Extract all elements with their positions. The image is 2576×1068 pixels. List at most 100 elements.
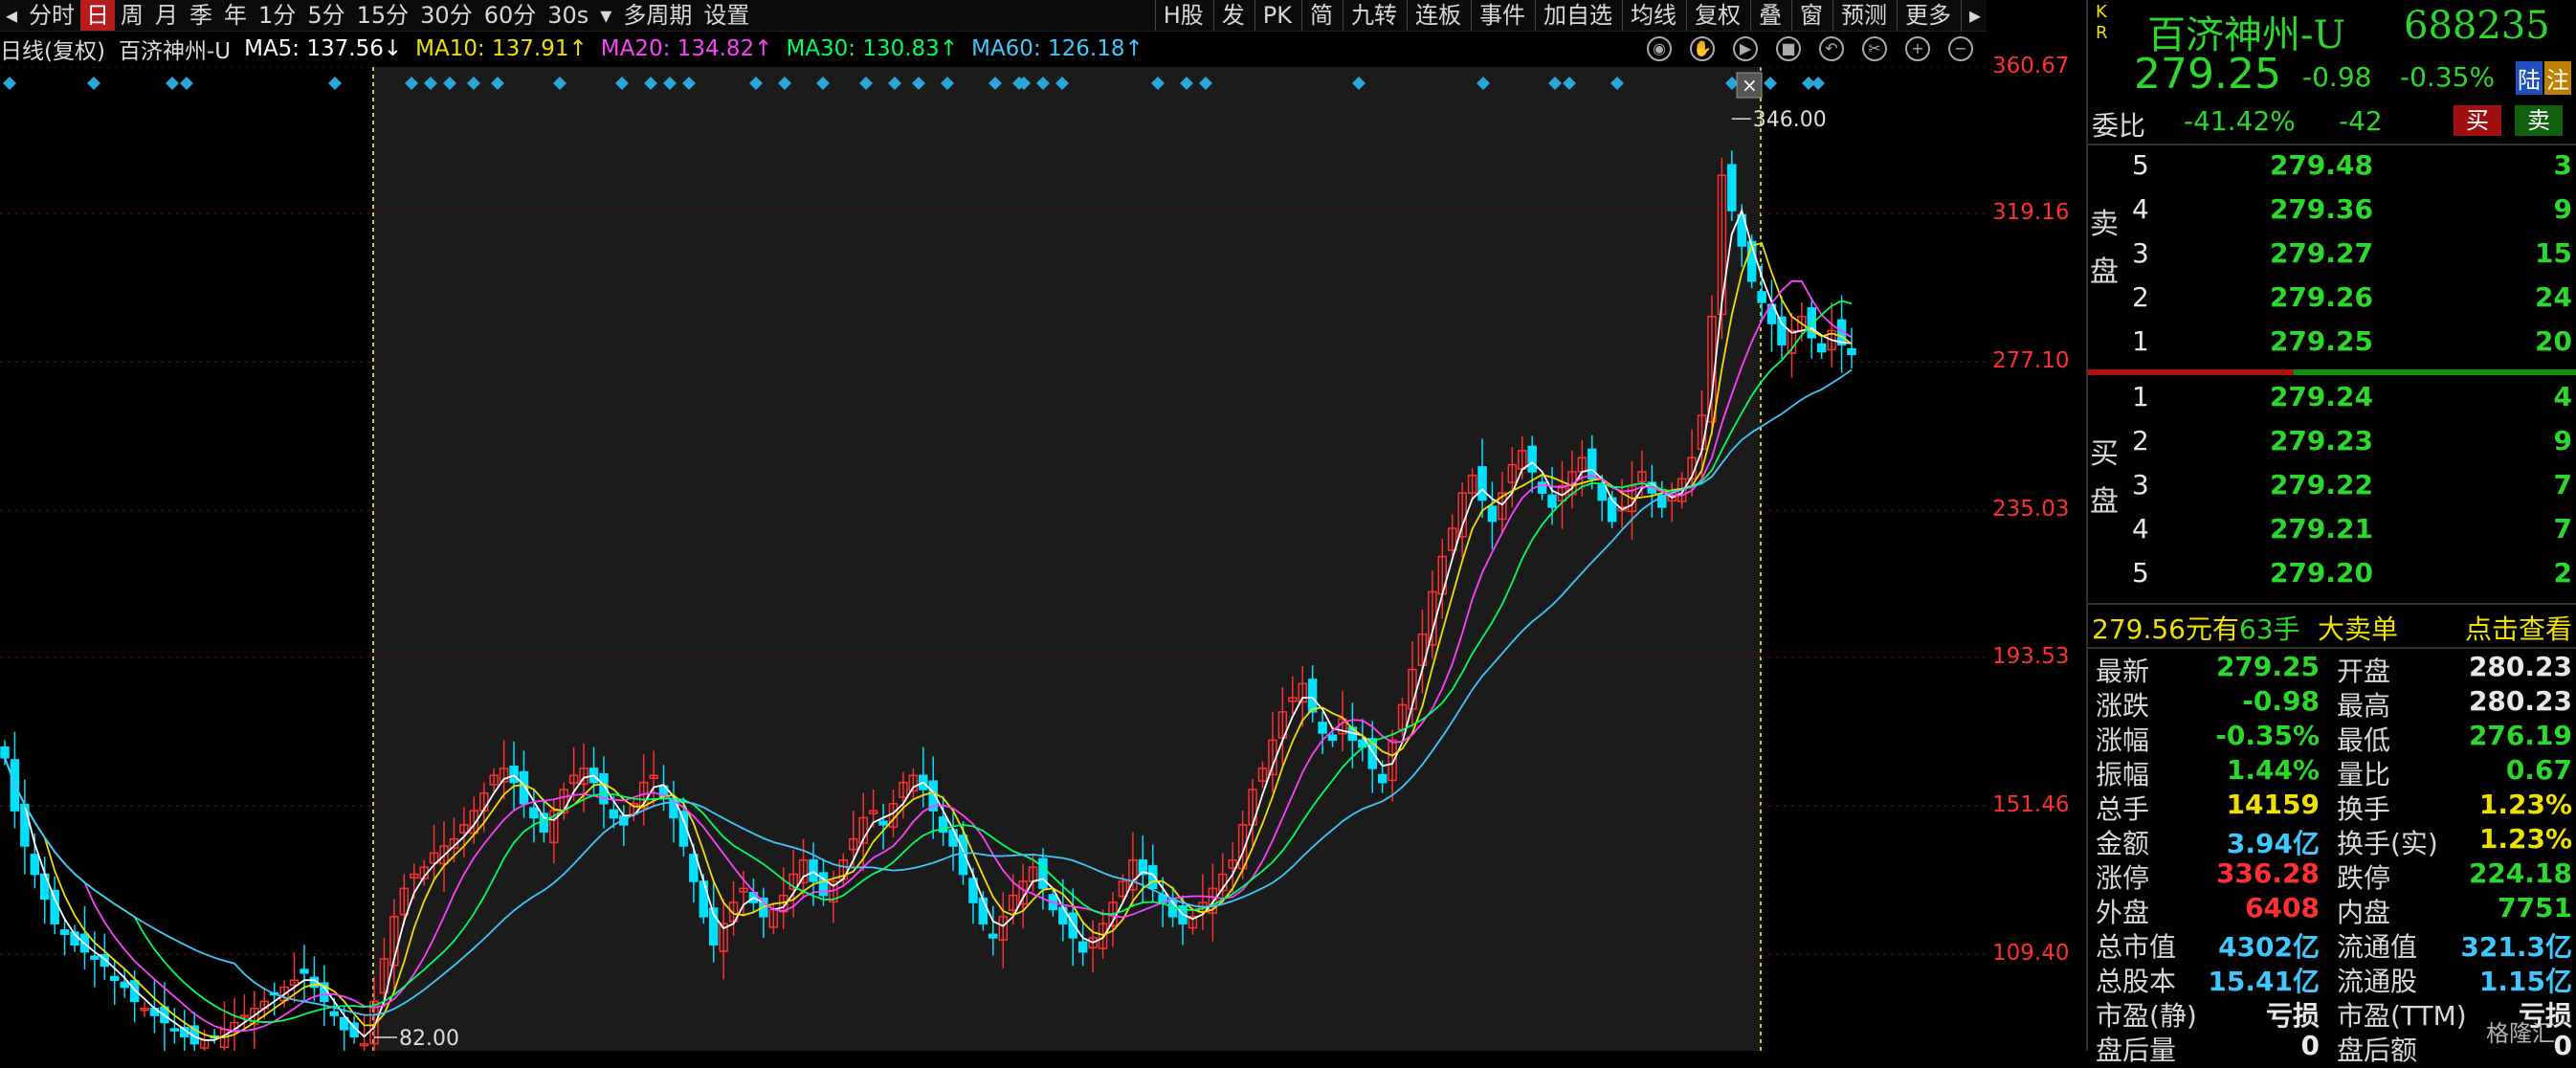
- ask-row[interactable]: 1 279.25 20: [2088, 325, 2576, 364]
- book-level: 2: [2132, 281, 2149, 313]
- kline-svg[interactable]: 346.00 82.00 ×: [0, 67, 1987, 1051]
- period-tab-0[interactable]: 分时: [23, 0, 80, 31]
- bid-row[interactable]: 5 279.20 2: [2088, 557, 2576, 595]
- candle-body: [529, 807, 539, 819]
- last-price: 279.25: [2134, 50, 2281, 99]
- candle-body: [1547, 494, 1557, 508]
- stat-row: 涨跌 -0.98 最高 280.23: [2088, 685, 2576, 722]
- candle-body: [329, 1011, 340, 1016]
- bid-row[interactable]: 3 279.22 7: [2088, 469, 2576, 507]
- ask-row[interactable]: 3 279.27 15: [2088, 237, 2576, 276]
- period-tab-4[interactable]: 季: [184, 0, 218, 31]
- candle-body: [1777, 316, 1787, 345]
- zoom-in-icon[interactable]: +: [1905, 36, 1930, 61]
- period-tab-3[interactable]: 月: [149, 0, 184, 31]
- stat-value: 1.15亿: [2478, 966, 2572, 997]
- book-level: 3: [2132, 237, 2149, 269]
- book-level: 3: [2132, 469, 2149, 501]
- tool-tab-13[interactable]: 更多: [1896, 0, 1957, 31]
- stat-value: 15.41亿: [2208, 966, 2320, 997]
- stat-value: 336.28: [2215, 857, 2320, 889]
- event-marker: [1764, 77, 1777, 90]
- period-tab-5[interactable]: 年: [218, 0, 253, 31]
- watermark: 格隆汇: [2486, 1020, 2555, 1047]
- ask-row[interactable]: 2 279.26 24: [2088, 281, 2576, 320]
- period-tab-9[interactable]: 30分: [414, 0, 478, 31]
- period-tab-6[interactable]: 1分: [253, 0, 301, 31]
- tool-tab-4[interactable]: 九转: [1342, 0, 1403, 31]
- forward-icon[interactable]: ▸: [1960, 0, 1987, 31]
- tool-tab-0[interactable]: H股: [1154, 0, 1210, 31]
- stat-label: 最低: [2337, 724, 2391, 756]
- period-tab-13[interactable]: 设置: [698, 0, 755, 31]
- tool-tab-1[interactable]: 发: [1212, 0, 1251, 31]
- kline-chart[interactable]: 346.00 82.00 ×: [0, 67, 1987, 1051]
- stock-code: 688235: [2404, 4, 2550, 48]
- tool-tab-5[interactable]: 连板: [1406, 0, 1467, 31]
- eye-icon[interactable]: ◉: [1647, 36, 1672, 61]
- period-tab-2[interactable]: 周: [115, 0, 149, 31]
- bid-row[interactable]: 2 279.23 9: [2088, 425, 2576, 463]
- hand-icon[interactable]: ✋: [1690, 36, 1715, 61]
- ask-row[interactable]: 4 279.36 9: [2088, 193, 2576, 232]
- period-tab-1[interactable]: 日: [80, 0, 116, 31]
- book-price: 279.21: [2269, 513, 2373, 545]
- big-order-price: 279.56元有: [2092, 613, 2239, 645]
- candle-body: [1487, 505, 1498, 523]
- ma5-value: MA5: 137.56↓: [244, 36, 403, 61]
- stat-label: 涨幅: [2096, 724, 2150, 756]
- stat-label: 总股本: [2096, 966, 2177, 997]
- scissors-icon[interactable]: ✂: [1862, 36, 1887, 61]
- dropdown-icon[interactable]: ▾: [594, 0, 617, 31]
- tool-tab-10[interactable]: 叠: [1749, 0, 1788, 31]
- play-icon[interactable]: ▶: [1733, 36, 1758, 61]
- sell-button[interactable]: 卖: [2515, 105, 2563, 136]
- candle-body: [699, 880, 709, 918]
- candle-body: [1597, 484, 1607, 501]
- candle-body: [1068, 912, 1078, 939]
- period-tab-7[interactable]: 5分: [301, 0, 350, 31]
- bid-row[interactable]: 4 279.21 7: [2088, 513, 2576, 551]
- candle-body: [609, 809, 619, 819]
- candle-body: [1727, 164, 1737, 211]
- period-tab-11[interactable]: 30s: [542, 0, 594, 31]
- book-price: 279.24: [2269, 381, 2373, 412]
- tool-tab-9[interactable]: 复权: [1685, 0, 1746, 31]
- tool-tab-12[interactable]: 预测: [1832, 0, 1893, 31]
- candle-body: [878, 820, 888, 826]
- bid-row[interactable]: 1 279.24 4: [2088, 381, 2576, 419]
- book-level: 2: [2132, 425, 2149, 456]
- period-tab-12[interactable]: 多周期: [617, 0, 698, 31]
- stat-label: 换手(实): [2337, 828, 2438, 859]
- stat-row: 总股本 15.41亿 流通股 1.15亿: [2088, 961, 2576, 997]
- tool-tab-11[interactable]: 窗: [1790, 0, 1829, 31]
- stat-label: 内盘: [2337, 897, 2391, 928]
- period-tab-10[interactable]: 60分: [478, 0, 543, 31]
- book-volume: 4: [2553, 381, 2572, 412]
- big-order-kind: 大卖单: [2318, 613, 2399, 645]
- y-tick-label: 235.03: [1992, 497, 2070, 523]
- candle-body: [509, 765, 519, 784]
- tool-tab-7[interactable]: 加自选: [1534, 0, 1618, 31]
- stat-label: 流通股: [2337, 966, 2418, 997]
- ask-row[interactable]: 5 279.48 3: [2088, 149, 2576, 188]
- stat-row: 总手 14159 换手 1.23%: [2088, 789, 2576, 825]
- stat-value: 0: [2553, 1030, 2572, 1061]
- tool-tab-8[interactable]: 均线: [1621, 0, 1682, 31]
- buy-button[interactable]: 买: [2454, 105, 2501, 136]
- book-price: 279.22: [2269, 469, 2373, 501]
- y-tick-label: 277.10: [1992, 348, 2070, 374]
- event-marker: [180, 77, 193, 90]
- stop-icon[interactable]: ■: [1776, 36, 1801, 61]
- event-marker: [166, 77, 179, 90]
- zoom-out-icon[interactable]: −: [1948, 36, 1973, 61]
- ma-legend-bar: 日线(复权) 百济神州-U MA5: 137.56↓ MA10: 137.91↑…: [0, 32, 1987, 66]
- undo-icon[interactable]: ↶: [1819, 36, 1844, 61]
- big-order-link[interactable]: 点击查看: [2465, 609, 2572, 647]
- candle-body: [1327, 734, 1338, 742]
- period-tab-8[interactable]: 15分: [351, 0, 415, 31]
- tool-tab-2[interactable]: PK: [1254, 0, 1298, 31]
- tool-tab-3[interactable]: 简: [1300, 0, 1339, 31]
- tool-tab-6[interactable]: 事件: [1470, 0, 1531, 31]
- back-icon[interactable]: ◂: [0, 0, 23, 31]
